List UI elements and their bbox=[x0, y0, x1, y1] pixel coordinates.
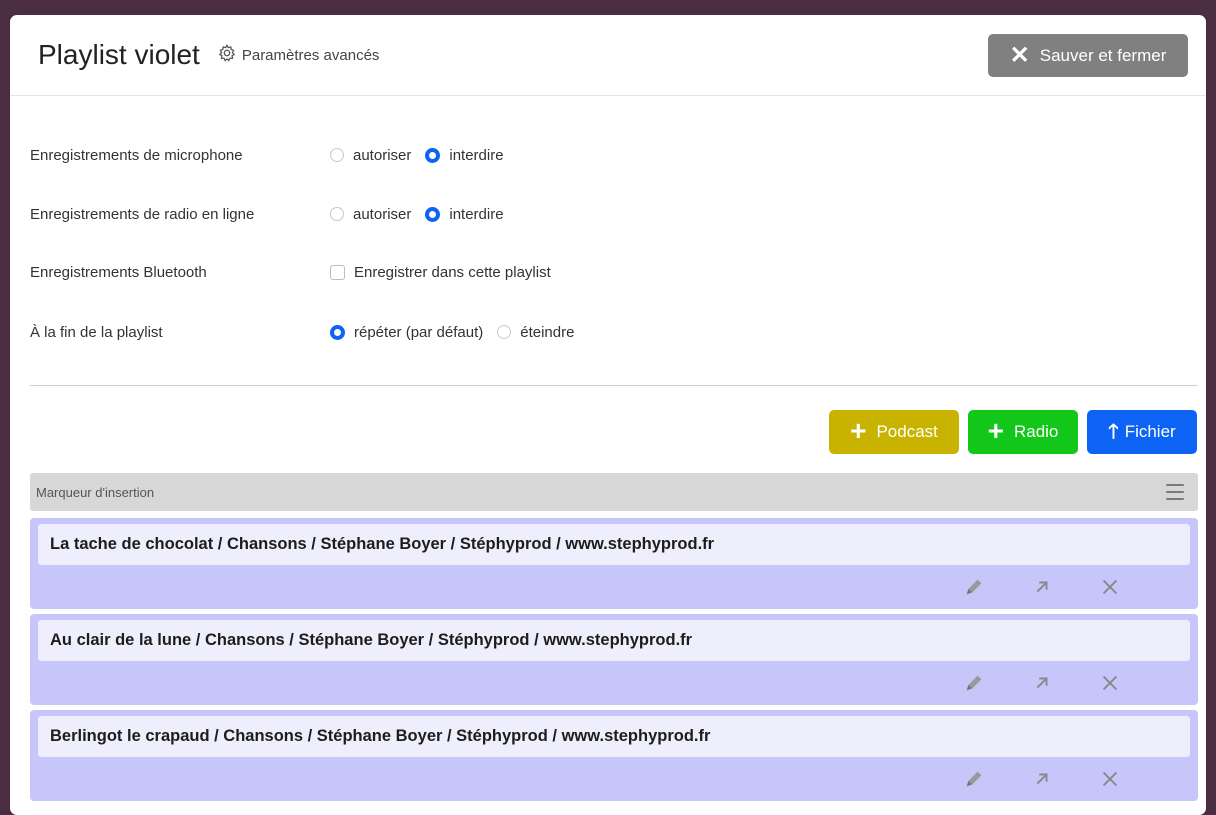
drag-handle-icon[interactable] bbox=[1166, 767, 1184, 791]
track-tools bbox=[940, 575, 1184, 599]
track-item[interactable]: Berlingot le crapaud / Chansons / Stépha… bbox=[30, 710, 1198, 801]
modal-header: Playlist violet Paramètres avancés ✕ Sau… bbox=[10, 15, 1206, 96]
divider bbox=[30, 385, 1198, 386]
move-icon[interactable] bbox=[1008, 671, 1076, 695]
add-radio-button[interactable]: + Radio bbox=[968, 410, 1078, 454]
radio-option-shutdown[interactable]: éteindre bbox=[497, 324, 574, 341]
track-item[interactable]: La tache de chocolat / Chansons / Stépha… bbox=[30, 518, 1198, 609]
setting-row-online-radio: Enregistrements de radio en ligne autori… bbox=[30, 199, 518, 229]
pencil-icon[interactable] bbox=[940, 575, 1008, 599]
option-label: autoriser bbox=[353, 146, 412, 164]
track-title[interactable]: Au clair de la lune / Chansons / Stéphan… bbox=[38, 620, 1190, 661]
gear-icon bbox=[218, 44, 236, 66]
option-label: Enregistrer dans cette playlist bbox=[354, 263, 551, 281]
radio-button[interactable] bbox=[497, 325, 512, 339]
advanced-settings-link[interactable]: Paramètres avancés bbox=[218, 44, 380, 66]
page-title: Playlist violet bbox=[38, 39, 200, 70]
setting-row-bluetooth: Enregistrements Bluetooth Enregistrer da… bbox=[30, 257, 565, 287]
radio-option-allow[interactable]: autoriser bbox=[330, 147, 411, 164]
option-label: répéter (par défaut) bbox=[354, 323, 484, 341]
setting-label: Enregistrements de radio en ligne bbox=[30, 205, 255, 223]
radio-button-selected[interactable] bbox=[425, 147, 441, 163]
track-tools bbox=[940, 767, 1184, 791]
save-close-label: Sauver et fermer bbox=[1039, 45, 1167, 65]
radio-option-repeat[interactable]: répéter (par défaut) bbox=[330, 324, 483, 341]
plus-icon: + bbox=[987, 414, 1004, 446]
delete-icon[interactable] bbox=[1076, 671, 1144, 695]
pencil-icon[interactable] bbox=[940, 767, 1008, 791]
option-label: autoriser bbox=[353, 205, 412, 223]
plus-icon: + bbox=[850, 414, 867, 446]
radio-option-deny[interactable]: interdire bbox=[425, 146, 504, 164]
option-label: interdire bbox=[449, 205, 504, 223]
drag-handle-icon[interactable] bbox=[1166, 575, 1184, 599]
pencil-icon[interactable] bbox=[940, 671, 1008, 695]
track-title[interactable]: La tache de chocolat / Chansons / Stépha… bbox=[38, 524, 1190, 565]
delete-icon[interactable] bbox=[1076, 767, 1144, 791]
radio-button-selected[interactable] bbox=[425, 206, 441, 222]
save-close-button[interactable]: ✕ Sauver et fermer bbox=[988, 34, 1188, 77]
option-label: éteindre bbox=[520, 323, 575, 341]
button-label: Podcast bbox=[876, 422, 938, 441]
radio-button[interactable] bbox=[330, 207, 344, 221]
advanced-settings-label: Paramètres avancés bbox=[241, 46, 380, 64]
radio-button[interactable] bbox=[330, 148, 344, 162]
option-label: interdire bbox=[449, 146, 504, 164]
add-podcast-button[interactable]: + Podcast bbox=[829, 410, 959, 454]
track-title[interactable]: Berlingot le crapaud / Chansons / Stépha… bbox=[38, 716, 1190, 757]
drag-handle-icon[interactable] bbox=[1166, 484, 1184, 500]
close-icon: ✕ bbox=[1009, 41, 1030, 69]
add-actions: + Podcast + Radio 🡑 Fichier bbox=[829, 410, 1197, 454]
drag-handle-icon[interactable] bbox=[1166, 671, 1184, 695]
radio-option-deny[interactable]: interdire bbox=[425, 205, 504, 223]
track-item[interactable]: Au clair de la lune / Chansons / Stéphan… bbox=[30, 614, 1198, 705]
radio-button-selected[interactable] bbox=[330, 324, 345, 340]
setting-label: À la fin de la playlist bbox=[30, 323, 163, 341]
move-icon[interactable] bbox=[1008, 575, 1076, 599]
checkbox[interactable] bbox=[330, 264, 345, 280]
insertion-marker[interactable]: Marqueur d'insertion bbox=[30, 473, 1198, 511]
playlist-modal: Playlist violet Paramètres avancés ✕ Sau… bbox=[10, 15, 1206, 815]
upload-file-button[interactable]: 🡑 Fichier bbox=[1087, 410, 1197, 454]
button-label: Fichier bbox=[1124, 422, 1176, 441]
setting-row-microphone: Enregistrements de microphone autoriser … bbox=[30, 140, 518, 170]
radio-option-allow[interactable]: autoriser bbox=[330, 206, 411, 223]
setting-label: Enregistrements Bluetooth bbox=[30, 263, 207, 281]
setting-label: Enregistrements de microphone bbox=[30, 146, 243, 164]
button-label: Radio bbox=[1013, 422, 1059, 441]
checkbox-option[interactable]: Enregistrer dans cette playlist bbox=[330, 264, 551, 281]
delete-icon[interactable] bbox=[1076, 575, 1144, 599]
insertion-marker-label: Marqueur d'insertion bbox=[36, 484, 155, 500]
track-tools bbox=[940, 671, 1184, 695]
setting-row-end-of-playlist: À la fin de la playlist répéter (par déf… bbox=[30, 317, 588, 347]
upload-arrow-icon: 🡑 bbox=[1108, 421, 1119, 443]
move-icon[interactable] bbox=[1008, 767, 1076, 791]
